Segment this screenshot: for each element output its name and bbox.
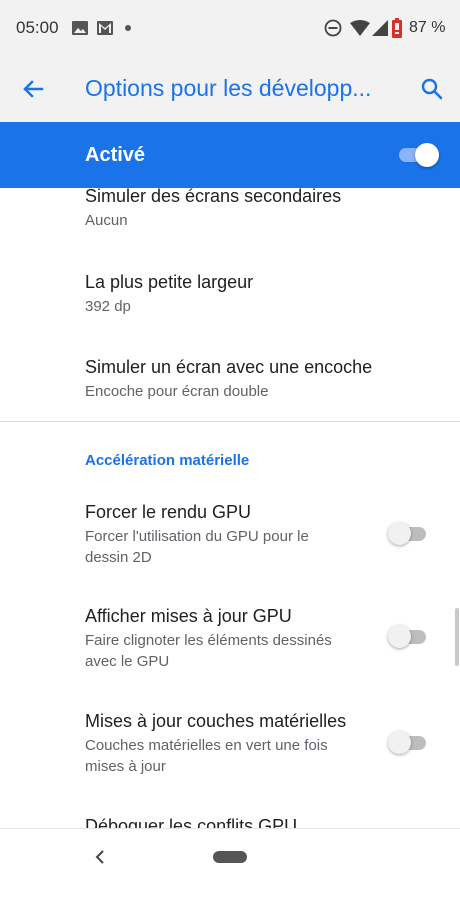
item-title: Afficher mises à jour GPU: [85, 606, 292, 626]
search-icon[interactable]: [417, 74, 447, 104]
list-item-debug-gpu-overdraw[interactable]: Déboguer les conflits GPU: [85, 814, 385, 828]
list-item-show-gpu-updates[interactable]: Afficher mises à jour GPU Faire clignote…: [85, 604, 375, 672]
switch-thumb: [415, 143, 439, 167]
battery-percent: 87 %: [409, 19, 446, 36]
item-subtitle: Faire clignoter les éléments dessinés av…: [85, 630, 375, 672]
gmail-icon: [97, 21, 113, 35]
wifi-icon: [350, 20, 370, 36]
arrow-back-icon[interactable]: [18, 74, 48, 104]
do-not-disturb-icon: [324, 19, 342, 37]
item-subtitle: Forcer l'utilisation du GPU pour le dess…: [85, 526, 375, 568]
notification-dot-icon: [125, 25, 131, 31]
switch-thumb: [388, 522, 411, 545]
list-item-simulate-secondary-displays[interactable]: Simuler des écrans secondaires Aucun: [85, 188, 385, 231]
item-subtitle-line: avec le GPU: [85, 653, 170, 670]
item-subtitle: Aucun: [85, 212, 128, 229]
item-title: Forcer le rendu GPU: [85, 502, 252, 522]
list-item-force-gpu-rendering[interactable]: Forcer le rendu GPU Forcer l'utilisation…: [85, 500, 375, 568]
item-subtitle: Couches matérielles en vert une fois mis…: [85, 735, 375, 777]
item-subtitle-line: Forcer l'utilisation du GPU pour le: [85, 528, 309, 545]
master-switch-toggle[interactable]: [397, 142, 441, 168]
list-item-display-cutout[interactable]: Simuler un écran avec une encoche Encoch…: [85, 355, 385, 402]
battery-icon: [392, 18, 402, 38]
scrollbar[interactable]: [455, 608, 459, 666]
app-bar: Options pour les développ...: [0, 56, 460, 122]
image-icon: [72, 21, 88, 35]
item-subtitle-line: mises à jour: [85, 758, 166, 775]
status-time: 05:00: [16, 18, 59, 37]
settings-list: Simuler des écrans secondaires Aucun La …: [0, 188, 460, 828]
hardware-layer-updates-toggle[interactable]: [388, 731, 432, 755]
navigation-bar: [0, 828, 460, 920]
master-switch-label: Activé: [85, 144, 146, 166]
developer-options-master-bar[interactable]: Activé: [0, 122, 460, 188]
item-title: Mises à jour couches matérielles: [85, 711, 347, 731]
item-subtitle-line: Couches matérielles en vert une fois: [85, 737, 328, 754]
item-title: Simuler des écrans secondaires: [85, 188, 342, 206]
screen: 05:00 87 % Options pour les développ... …: [0, 0, 460, 920]
show-gpu-updates-toggle[interactable]: [388, 625, 432, 649]
list-item-hardware-layer-updates[interactable]: Mises à jour couches matérielles Couches…: [85, 709, 375, 777]
section-divider: [0, 421, 460, 422]
item-subtitle-line: Faire clignoter les éléments dessinés: [85, 632, 332, 649]
force-gpu-rendering-toggle[interactable]: [388, 522, 432, 546]
item-subtitle: 392 dp: [85, 298, 131, 315]
item-subtitle: Encoche pour écran double: [85, 383, 269, 400]
section-header-hardware-acceleration: Accélération matérielle: [85, 452, 250, 469]
item-subtitle-line: dessin 2D: [85, 549, 152, 566]
item-title: Simuler un écran avec une encoche: [85, 357, 373, 377]
page-title: Options pour les développ...: [85, 75, 372, 101]
nav-back-icon[interactable]: [92, 847, 108, 867]
signal-icon: [372, 20, 388, 36]
list-item-smallest-width[interactable]: La plus petite largeur 392 dp: [85, 270, 385, 317]
switch-thumb: [388, 625, 411, 648]
switch-thumb: [388, 731, 411, 754]
status-bar: 05:00 87 %: [0, 0, 460, 56]
item-title: La plus petite largeur: [85, 272, 254, 292]
item-title: Déboguer les conflits GPU: [85, 816, 298, 828]
nav-home-pill[interactable]: [213, 851, 247, 863]
